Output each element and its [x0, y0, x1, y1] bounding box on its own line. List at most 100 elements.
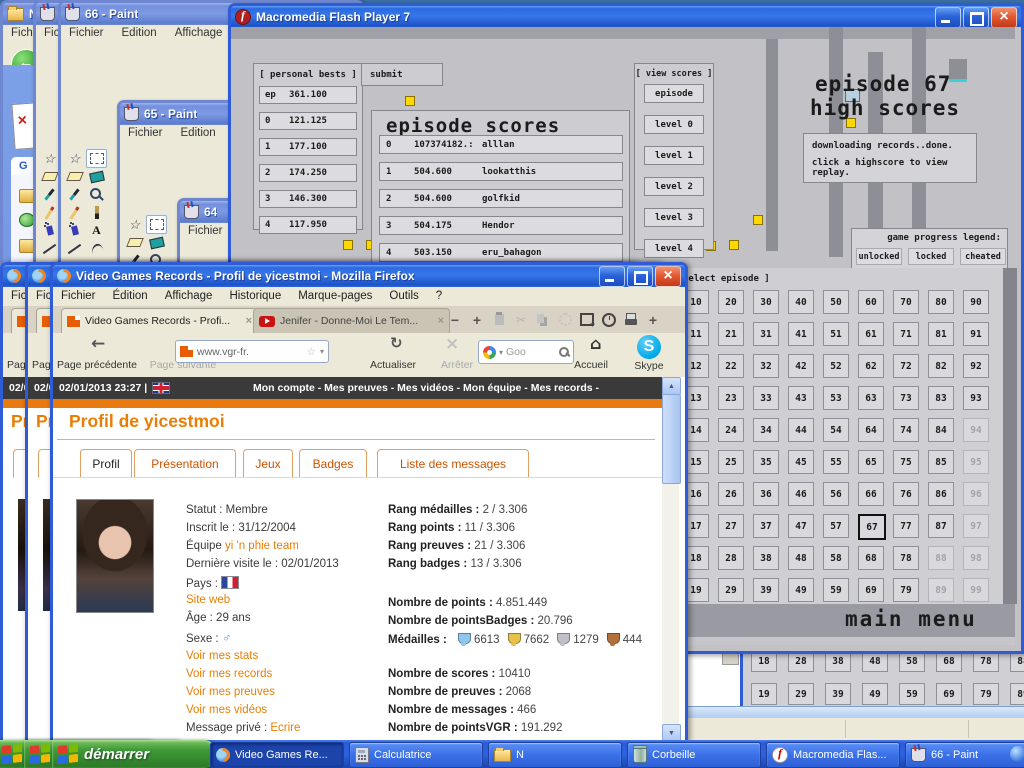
- episode-cell-28[interactable]: 28: [718, 546, 744, 570]
- paint-tool[interactable]: [39, 150, 60, 167]
- episode-cell-91[interactable]: 91: [963, 322, 989, 346]
- paint-tool[interactable]: [64, 168, 85, 185]
- close-button[interactable]: [991, 7, 1017, 28]
- view-score-button[interactable]: level 2: [644, 177, 704, 196]
- episode-cell-56[interactable]: 56: [823, 482, 849, 506]
- episode-cell-24[interactable]: 24: [718, 418, 744, 442]
- personal-best-row[interactable]: 0121.125: [259, 112, 357, 130]
- paint-tool[interactable]: [39, 222, 60, 239]
- paint-tool[interactable]: [64, 186, 85, 203]
- taskbar-button[interactable]: Macromedia Flas...: [766, 742, 900, 768]
- url-dropdown-icon[interactable]: ▾: [320, 347, 324, 356]
- episode-cell-63[interactable]: 63: [858, 386, 884, 410]
- personal-best-row[interactable]: 3146.300: [259, 190, 357, 208]
- episode-cell[interactable]: 29: [788, 683, 814, 705]
- profile-link[interactable]: Voir mes stats: [186, 650, 258, 662]
- episode-cell-64[interactable]: 64: [858, 418, 884, 442]
- search-box[interactable]: ▾ Goo: [478, 340, 574, 364]
- search-text[interactable]: Goo: [506, 346, 526, 358]
- episode-cell[interactable]: 89: [1010, 683, 1024, 705]
- toolbar-icon[interactable]: [470, 312, 484, 327]
- profile-tab[interactable]: Badges: [299, 449, 367, 478]
- episode-cell-92[interactable]: 92: [963, 354, 989, 378]
- paint-menu-item[interactable]: Edition: [122, 27, 157, 45]
- close-button[interactable]: [655, 266, 681, 287]
- paint-tool[interactable]: [64, 204, 85, 221]
- episode-cell-54[interactable]: 54: [823, 418, 849, 442]
- toolbar-icon[interactable]: [624, 312, 638, 327]
- highscore-row[interactable]: 2504.600golfkid: [379, 189, 623, 208]
- episode-cell-42[interactable]: 42: [788, 354, 814, 378]
- topbar-menu[interactable]: Mon compte - Mes preuves - Mes vidéos - …: [253, 382, 599, 394]
- paint-tool[interactable]: [64, 150, 85, 167]
- episode-cell-85[interactable]: 85: [928, 450, 954, 474]
- episode-cell-27[interactable]: 27: [718, 514, 744, 538]
- episode-cell-20[interactable]: 20: [718, 290, 744, 314]
- profile-link[interactable]: Voir mes vidéos: [186, 704, 267, 716]
- back-icon[interactable]: ←: [91, 334, 105, 354]
- profile-tab[interactable]: Présentation: [134, 449, 236, 478]
- tab-close-icon[interactable]: ×: [434, 315, 444, 327]
- episode-cell-36[interactable]: 36: [753, 482, 779, 506]
- episode-cell-68[interactable]: 68: [858, 546, 884, 570]
- episode-cell-29[interactable]: 29: [718, 578, 744, 602]
- scrollbar-thumb[interactable]: [662, 394, 681, 484]
- taskbar-button[interactable]: Video Games Re...: [210, 742, 344, 768]
- url-bar[interactable]: www.vgr-fr. ☆ ▾: [175, 340, 329, 363]
- profile-tab[interactable]: Liste des messages: [377, 449, 529, 478]
- episode-cell-77[interactable]: 77: [893, 514, 919, 538]
- url-text[interactable]: www.vgr-fr.: [197, 346, 249, 358]
- skype-icon[interactable]: S: [637, 335, 661, 359]
- taskbar-overflow-icon[interactable]: [1010, 746, 1024, 762]
- episode-cell-78[interactable]: 78: [893, 546, 919, 570]
- ecrire-link[interactable]: Ecrire: [270, 722, 300, 734]
- paint-tool[interactable]: [124, 216, 145, 233]
- highscore-row[interactable]: 3504.175Hendor: [379, 216, 623, 235]
- episode-cell-49[interactable]: 49: [788, 578, 814, 602]
- episode-cell-48[interactable]: 48: [788, 546, 814, 570]
- view-score-button[interactable]: level 1: [644, 146, 704, 165]
- episode-cell-79[interactable]: 79: [893, 578, 919, 602]
- toolbar-icon[interactable]: [646, 312, 660, 327]
- episode-cell-71[interactable]: 71: [893, 322, 919, 346]
- episode-cell-62[interactable]: 62: [858, 354, 884, 378]
- paint-tool[interactable]: [39, 186, 60, 203]
- episode-cell-40[interactable]: 40: [788, 290, 814, 314]
- episode-cell-25[interactable]: 25: [718, 450, 744, 474]
- toolbar-icon[interactable]: [580, 312, 594, 327]
- paint-menu-item[interactable]: Fichier: [128, 127, 163, 145]
- episode-cell-75[interactable]: 75: [893, 450, 919, 474]
- scrollbar[interactable]: ▲ ▼: [662, 377, 679, 740]
- episode-cell-88[interactable]: 88: [928, 546, 954, 570]
- episode-cell-46[interactable]: 46: [788, 482, 814, 506]
- episode-cell-67[interactable]: 67: [858, 514, 886, 540]
- personal-best-row[interactable]: 1177.100: [259, 138, 357, 156]
- taskbar-button[interactable]: Corbeille: [627, 742, 761, 768]
- episode-cell-59[interactable]: 59: [823, 578, 849, 602]
- episode-cell-55[interactable]: 55: [823, 450, 849, 474]
- uk-flag-icon[interactable]: [152, 382, 170, 394]
- episode-cell-76[interactable]: 76: [893, 482, 919, 506]
- toolbar-icon[interactable]: [602, 312, 616, 327]
- paint-tool[interactable]: [64, 222, 85, 239]
- episode-cell-44[interactable]: 44: [788, 418, 814, 442]
- bookmark-star-icon[interactable]: ☆: [307, 346, 316, 358]
- site-web-link[interactable]: Site web: [186, 594, 230, 606]
- paint-tool[interactable]: [86, 168, 107, 185]
- episode-cell[interactable]: 59: [899, 683, 925, 705]
- episode-cell-98[interactable]: 98: [963, 546, 989, 570]
- episode-cell-74[interactable]: 74: [893, 418, 919, 442]
- episode-cell-57[interactable]: 57: [823, 514, 849, 538]
- reload-icon[interactable]: ↻: [390, 334, 403, 352]
- personal-best-row[interactable]: 4117.950: [259, 216, 357, 234]
- episode-cell-38[interactable]: 38: [753, 546, 779, 570]
- episode-cell[interactable]: 79: [973, 683, 999, 705]
- home-label[interactable]: Accueil: [561, 359, 621, 371]
- tab-close-icon[interactable]: ×: [242, 315, 252, 327]
- episode-cell-93[interactable]: 93: [963, 386, 989, 410]
- episode-cell-58[interactable]: 58: [823, 546, 849, 570]
- episode-cell-81[interactable]: 81: [928, 322, 954, 346]
- episode-cell-70[interactable]: 70: [893, 290, 919, 314]
- episode-cell-60[interactable]: 60: [858, 290, 884, 314]
- episode-cell-94[interactable]: 94: [963, 418, 989, 442]
